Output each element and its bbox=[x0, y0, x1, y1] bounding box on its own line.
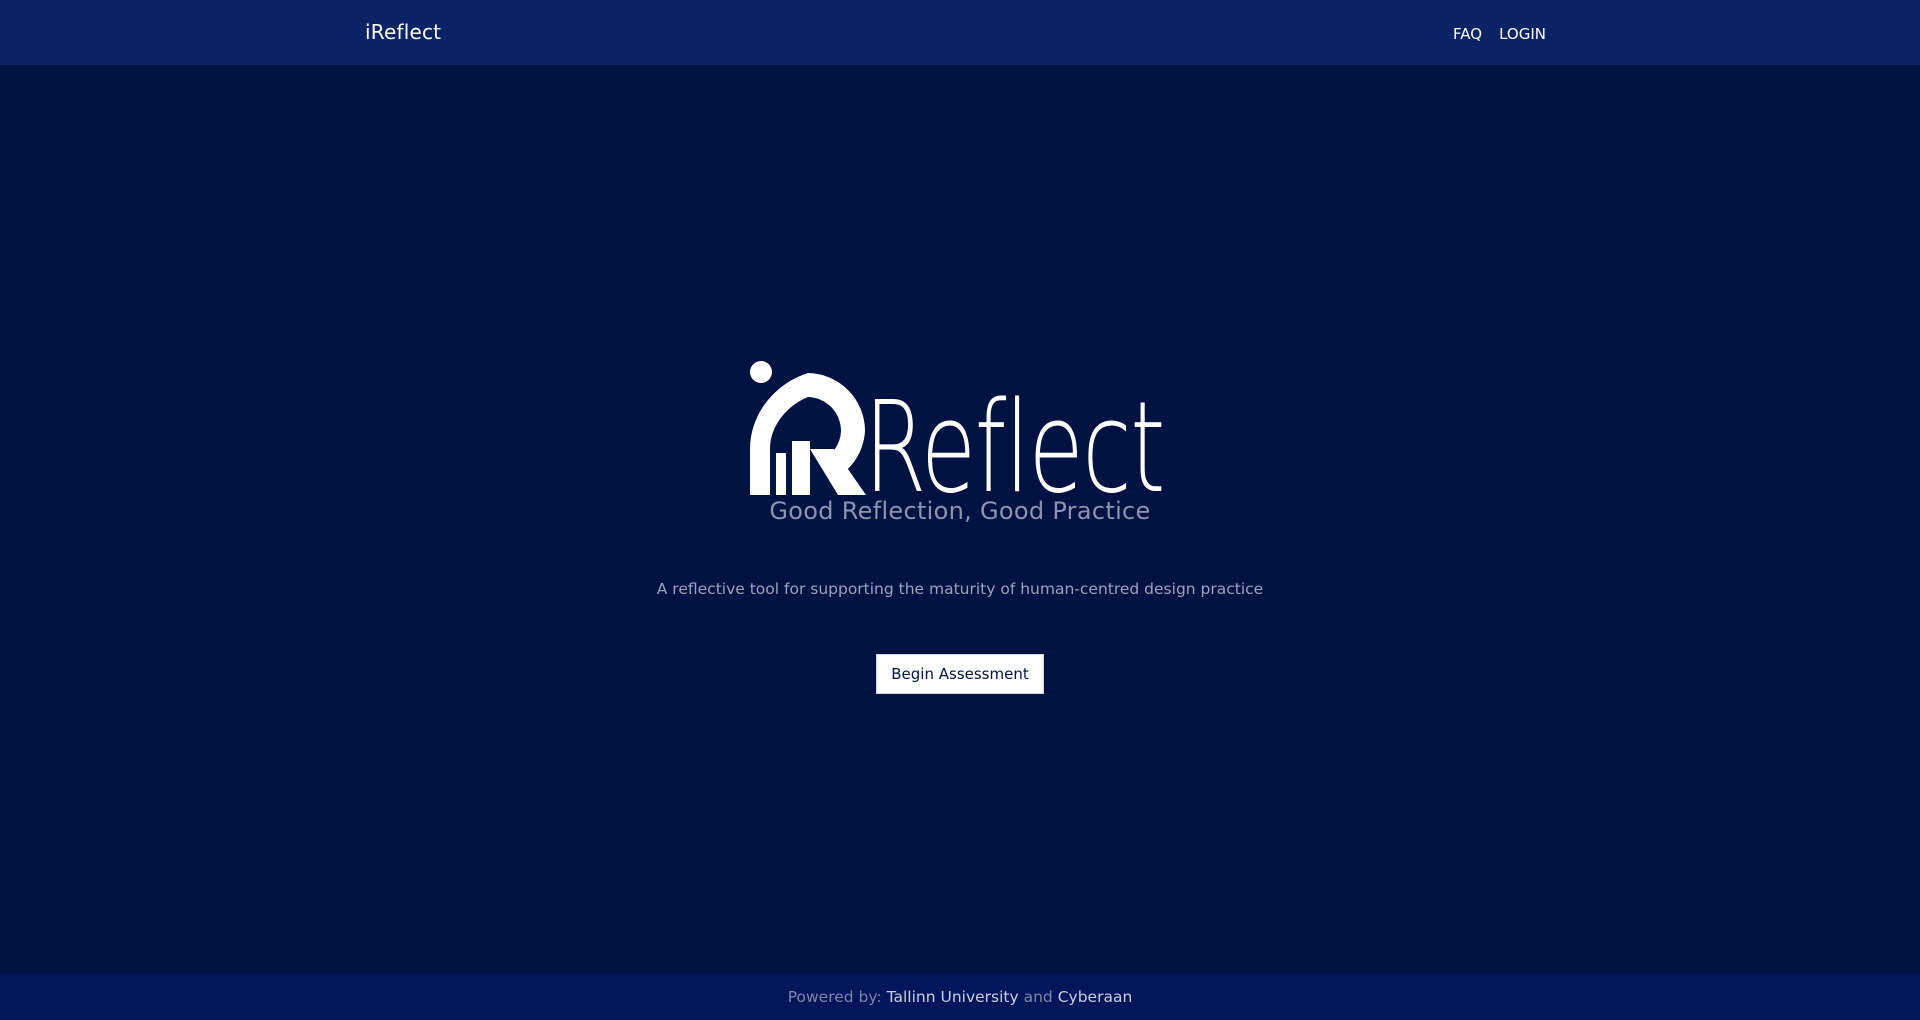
footer: Powered by: Tallinn University and Cyber… bbox=[0, 974, 1920, 1020]
hero-tagline: Good Reflection, Good Practice bbox=[769, 497, 1151, 525]
main-nav: FAQ LOGIN bbox=[1453, 25, 1546, 43]
footer-cyberaan-link[interactable]: Cyberaan bbox=[1058, 988, 1133, 1006]
hero-description: A reflective tool for supporting the mat… bbox=[656, 580, 1264, 598]
footer-tallinn-university-link[interactable]: Tallinn University bbox=[887, 988, 1019, 1006]
nav-login-link[interactable]: LOGIN bbox=[1499, 25, 1546, 43]
hero-section: Reflect Good Reflection, Good Practice A… bbox=[0, 65, 1920, 974]
top-navbar: iReflect FAQ LOGIN bbox=[0, 0, 1920, 65]
footer-conjunction: and bbox=[1023, 988, 1053, 1006]
nav-faq-link[interactable]: FAQ bbox=[1453, 25, 1482, 43]
begin-assessment-button[interactable]: Begin Assessment bbox=[876, 654, 1044, 694]
logo-wordmark: Reflect bbox=[864, 374, 1164, 495]
page: iReflect FAQ LOGIN Reflect Good Reflecti… bbox=[0, 0, 1920, 1020]
ireflect-logo-icon bbox=[750, 361, 866, 495]
footer-prefix: Powered by: bbox=[787, 988, 882, 1006]
ireflect-logo: Reflect bbox=[750, 361, 1166, 495]
brand-link[interactable]: iReflect bbox=[365, 20, 441, 44]
